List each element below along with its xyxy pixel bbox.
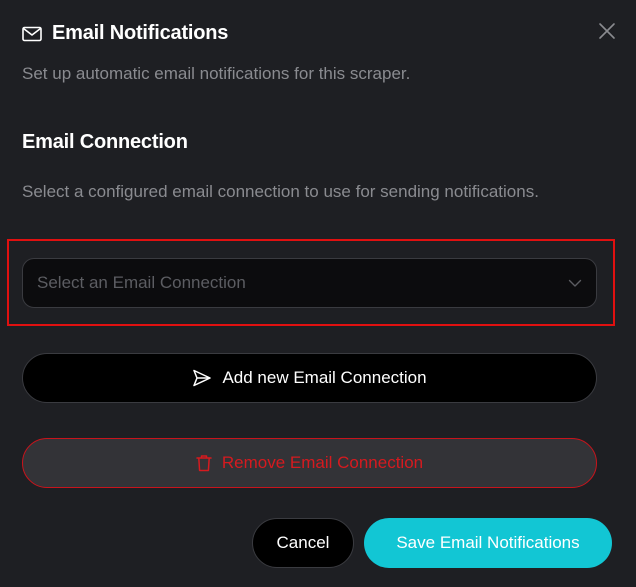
add-email-connection-button[interactable]: Add new Email Connection bbox=[22, 353, 597, 403]
email-connection-select[interactable]: Select an Email Connection bbox=[22, 258, 597, 308]
cancel-button-label: Cancel bbox=[276, 533, 330, 552]
save-button-label: Save Email Notifications bbox=[396, 533, 580, 552]
cancel-button[interactable]: Cancel bbox=[252, 518, 354, 568]
dialog-subtitle: Set up automatic email notifications for… bbox=[22, 64, 411, 83]
save-email-notifications-button[interactable]: Save Email Notifications bbox=[364, 518, 612, 568]
section-title-email-connection: Email Connection bbox=[22, 131, 188, 153]
section-description: Select a configured email connection to … bbox=[22, 182, 539, 201]
close-icon bbox=[598, 22, 616, 40]
select-placeholder: Select an Email Connection bbox=[37, 273, 246, 292]
chevron-down-icon bbox=[568, 276, 582, 290]
dialog-title: Email Notifications bbox=[52, 22, 229, 44]
send-icon bbox=[192, 368, 212, 388]
trash-icon bbox=[196, 454, 212, 472]
add-button-label: Add new Email Connection bbox=[222, 368, 427, 387]
remove-email-connection-button[interactable]: Remove Email Connection bbox=[22, 438, 597, 488]
close-button[interactable] bbox=[598, 22, 616, 40]
email-notifications-dialog: Email Notifications Set up automatic ema… bbox=[0, 0, 636, 587]
remove-button-label: Remove Email Connection bbox=[221, 453, 424, 472]
mail-icon bbox=[22, 24, 42, 44]
dialog-header: Email Notifications bbox=[22, 22, 228, 45]
